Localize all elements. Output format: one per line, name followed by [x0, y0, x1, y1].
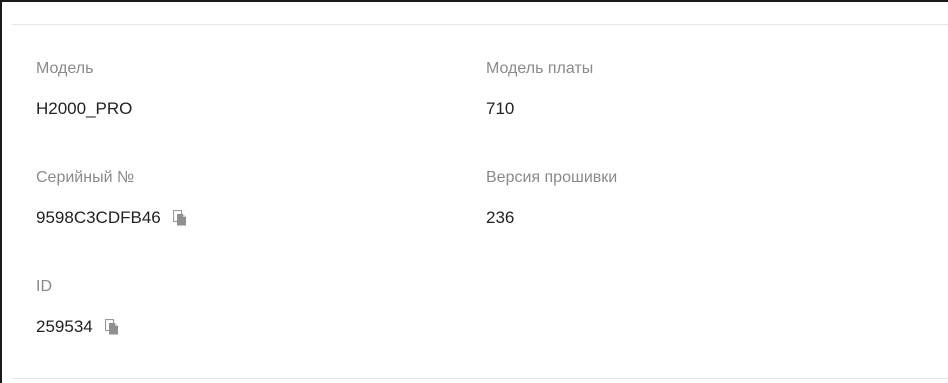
model-value: H2000_PRO: [36, 98, 132, 120]
id-value-text: 259534: [36, 317, 93, 336]
firmware-value-text: 236: [486, 208, 515, 227]
board-model-field: Модель платы 710: [486, 59, 593, 120]
copy-icon: [172, 210, 186, 226]
board-model-value: 710: [486, 98, 593, 120]
model-value-text: H2000_PRO: [36, 99, 133, 118]
copy-serial-button[interactable]: [172, 210, 187, 226]
firmware-value: 236: [486, 207, 617, 229]
copy-id-button[interactable]: [104, 319, 119, 335]
bottom-divider: [12, 378, 948, 379]
device-info-panel: Модель H2000_PRO Модель платы 710 Серийн…: [0, 0, 948, 383]
serial-field: Серийный № 9598C3CDFB46: [36, 168, 187, 229]
firmware-label: Версия прошивки: [486, 169, 618, 186]
id-label: ID: [36, 278, 52, 295]
serial-value-text: 9598C3CDFB46: [36, 208, 161, 227]
top-divider: [12, 24, 948, 25]
model-label: Модель: [36, 60, 94, 77]
firmware-field: Версия прошивки 236: [486, 168, 617, 229]
id-field: ID 259534: [36, 277, 119, 338]
id-value: 259534: [36, 316, 119, 338]
board-model-value-text: 710: [486, 99, 515, 118]
serial-value: 9598C3CDFB46: [36, 207, 187, 229]
board-model-label: Модель платы: [486, 60, 594, 77]
model-field: Модель H2000_PRO: [36, 59, 132, 120]
copy-icon: [104, 319, 118, 335]
serial-label: Серийный №: [36, 169, 135, 186]
